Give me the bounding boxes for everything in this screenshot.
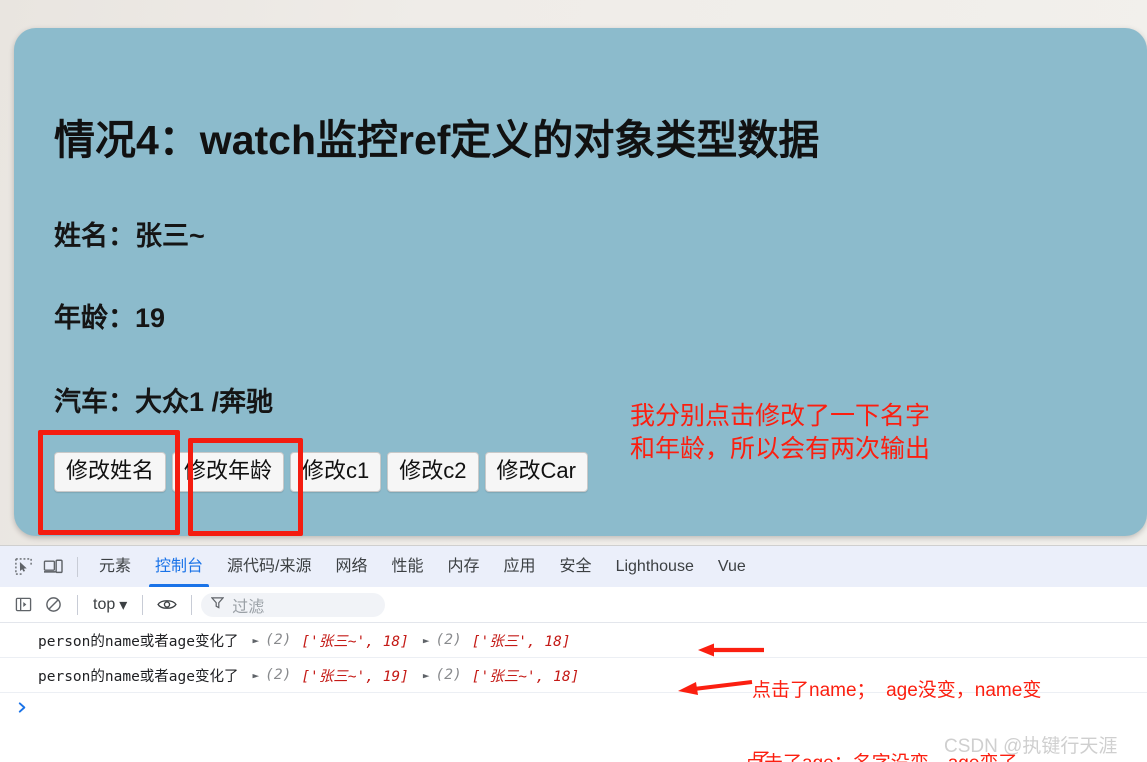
change-name-button[interactable]: 修改姓名 xyxy=(54,452,167,493)
annotation-card-line1: 我分别点击修改了一下名字 xyxy=(630,402,931,430)
devtools-tabbar: 元素 控制台 源代码/来源 网络 性能 内存 应用 安全 Lighthouse … xyxy=(0,546,1147,587)
array-preview: ['张三', 18] xyxy=(471,633,571,650)
annotation-card-line2: 和年龄，所以会有两次输出 xyxy=(630,434,931,463)
tab-performance[interactable]: 性能 xyxy=(380,546,436,587)
eye-icon[interactable] xyxy=(152,591,182,619)
array-preview: ['张三~', 18] xyxy=(301,633,409,650)
array-count: (2) xyxy=(435,632,462,648)
person-age-line: 年龄：19 xyxy=(54,303,166,333)
annotation-card-text: 我分别点击修改了一下名字 和年龄，所以会有两次输出 xyxy=(630,400,930,465)
change-car-button[interactable]: 修改Car xyxy=(484,452,588,493)
log-text: person的name或者age变化了 xyxy=(38,633,239,650)
browser-viewport: 情况4：watch监控ref定义的对象类型数据 姓名：张三~ 年龄：19 汽车：… xyxy=(0,0,1147,545)
array-preview: ['张三~', 19] xyxy=(301,668,409,685)
filter-placeholder: 过滤 xyxy=(232,598,265,616)
action-button-row: 修改姓名 修改年龄 修改c1 修改c2 修改Car xyxy=(54,452,588,493)
devtools-panel: 元素 控制台 源代码/来源 网络 性能 内存 应用 安全 Lighthouse … xyxy=(0,545,1147,762)
filter-icon xyxy=(210,596,225,614)
inspect-element-icon[interactable] xyxy=(8,553,38,581)
tab-sources[interactable]: 源代码/来源 xyxy=(215,546,323,587)
expand-triangle-icon[interactable]: ► xyxy=(423,669,430,682)
console-message-row[interactable]: person的name或者age变化了 ► (2) ['张三~', 19] ► … xyxy=(0,658,1147,693)
tab-application[interactable]: 应用 xyxy=(492,546,548,587)
tab-network[interactable]: 网络 xyxy=(323,546,379,587)
array-preview: ['张三~', 18] xyxy=(471,668,580,685)
screenshot-root: 情况4：watch监控ref定义的对象类型数据 姓名：张三~ 年龄：19 汽车：… xyxy=(0,0,1147,762)
toolbar-divider xyxy=(77,556,78,577)
person-car-line: 汽车：大众1 /奔驰 xyxy=(54,387,274,417)
change-c2-button[interactable]: 修改c2 xyxy=(387,452,479,493)
tab-memory[interactable]: 内存 xyxy=(436,546,492,587)
toolbar-divider-3 xyxy=(142,594,144,615)
log-text: person的name或者age变化了 xyxy=(38,668,239,685)
prompt-chevron-icon xyxy=(16,699,29,719)
expand-triangle-icon[interactable]: ► xyxy=(423,634,430,647)
clear-console-icon[interactable] xyxy=(38,591,68,619)
chevron-down-icon: ▾ xyxy=(119,596,128,614)
tab-vue[interactable]: Vue xyxy=(706,546,758,587)
toolbar-divider-2 xyxy=(77,594,78,615)
array-count: (2) xyxy=(265,667,292,683)
context-label: top xyxy=(93,595,116,613)
tab-console[interactable]: 控制台 xyxy=(143,546,215,587)
execution-context-selector[interactable]: top ▾ xyxy=(87,595,133,615)
toolbar-divider-4 xyxy=(191,594,193,615)
tab-elements[interactable]: 元素 xyxy=(87,546,143,587)
filter-input[interactable]: 过滤 xyxy=(201,592,386,617)
person-name-line: 姓名：张三~ xyxy=(54,221,205,251)
array-count: (2) xyxy=(265,632,292,648)
expand-triangle-icon[interactable]: ► xyxy=(253,634,260,647)
change-age-button[interactable]: 修改年龄 xyxy=(172,452,285,493)
console-message-list: person的name或者age变化了 ► (2) ['张三~', 18] ► … xyxy=(0,623,1147,725)
change-c1-button[interactable]: 修改c1 xyxy=(290,452,382,493)
device-toolbar-icon[interactable] xyxy=(38,553,68,581)
console-sidebar-icon[interactable] xyxy=(8,591,38,619)
console-message-row[interactable]: person的name或者age变化了 ► (2) ['张三~', 18] ► … xyxy=(0,623,1147,658)
page-title: 情况4：watch监控ref定义的对象类型数据 xyxy=(54,117,820,163)
tab-security[interactable]: 安全 xyxy=(548,546,604,587)
console-toolbar: top ▾ 过滤 xyxy=(0,587,1147,623)
console-prompt[interactable] xyxy=(0,693,1147,725)
array-count: (2) xyxy=(435,667,462,683)
expand-triangle-icon[interactable]: ► xyxy=(253,669,260,682)
demo-card: 情况4：watch监控ref定义的对象类型数据 姓名：张三~ 年龄：19 汽车：… xyxy=(14,28,1147,536)
tab-lighthouse[interactable]: Lighthouse xyxy=(604,546,706,587)
watermark: CSDN @执键行天涯 xyxy=(944,736,1118,757)
